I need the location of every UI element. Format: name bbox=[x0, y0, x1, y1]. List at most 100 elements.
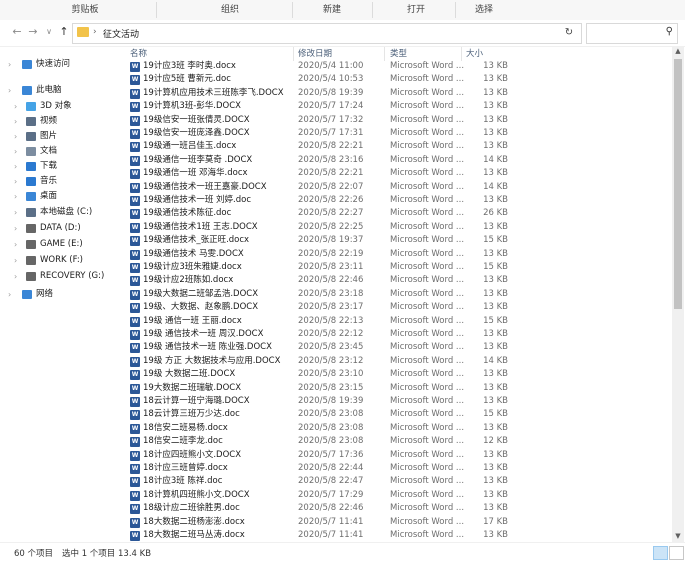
table-row[interactable]: W 19计算机3班-彭华.DOCX 2020/5/7 17:24 Microsoft … bbox=[126, 100, 508, 113]
table-row[interactable]: W 19级大数据二班邹孟浩.DOCX 2020/5/8 23:18 Microsoft… bbox=[126, 288, 508, 301]
nav-item-label: 图片 bbox=[40, 131, 58, 141]
ribbon-open-group[interactable]: 打开 bbox=[386, 0, 446, 20]
recent-chevron-icon[interactable]: ∨ bbox=[42, 25, 56, 39]
expand-chevron-icon[interactable]: › bbox=[8, 83, 11, 98]
forward-arrow-icon[interactable]: → bbox=[26, 25, 40, 39]
file-type: Microsoft Word ... bbox=[390, 369, 465, 380]
word-document-icon: W bbox=[130, 383, 140, 394]
expand-chevron-icon[interactable]: › bbox=[8, 287, 11, 302]
expand-chevron-icon[interactable]: › bbox=[14, 159, 17, 174]
file-size: 14 KB bbox=[483, 154, 508, 165]
file-name: 19级通信技术_张正旺.docx bbox=[143, 235, 250, 246]
table-row[interactable]: W 19级计应2班陈如.docx 2020/5/8 22:46 Microsoft W… bbox=[126, 274, 508, 287]
ribbon-organize-group[interactable]: 组织 bbox=[200, 0, 260, 20]
table-row[interactable]: W 19级通一班吕佳玉.docx 2020/5/8 22:21 Microsoft W… bbox=[126, 140, 508, 153]
expand-chevron-icon[interactable]: › bbox=[14, 253, 17, 268]
table-row[interactable]: W 18云计算三班万少达.doc 2020/5/8 23:08 Microsoft W… bbox=[126, 408, 508, 421]
table-row[interactable]: W 18大数据二班马丛涛.docx 2020/5/7 11:41 Microsoft … bbox=[126, 529, 508, 542]
table-row[interactable]: W 19级通信技术陈征.doc 2020/5/8 22:27 Microsoft Wo… bbox=[126, 207, 508, 220]
file-size: 26 KB bbox=[483, 208, 508, 219]
table-row[interactable]: W 19级信安一班庞泽鑫.DOCX 2020/5/7 17:31 Microsoft … bbox=[126, 127, 508, 140]
expand-chevron-icon[interactable]: › bbox=[14, 129, 17, 144]
scroll-down-icon[interactable]: ▼ bbox=[672, 532, 684, 542]
nav-item-label: 音乐 bbox=[40, 176, 58, 186]
table-row[interactable]: W 18信安二班易杨.docx 2020/5/8 23:08 Microsoft Wo… bbox=[126, 422, 508, 435]
table-row[interactable]: W 18级计应二班徐胜男.doc 2020/5/8 22:46 Microsoft W… bbox=[126, 502, 508, 515]
word-document-icon: W bbox=[130, 236, 140, 247]
table-row[interactable]: W 19级 大数据二班.DOCX 2020/5/8 23:10 Microsoft W… bbox=[126, 368, 508, 381]
search-input[interactable]: ⚲ bbox=[586, 23, 678, 44]
scroll-up-icon[interactable]: ▲ bbox=[672, 47, 684, 57]
file-date: 2020/5/8 23:18 bbox=[298, 288, 364, 299]
file-date: 2020/5/7 11:41 bbox=[298, 530, 364, 540]
expand-chevron-icon[interactable]: › bbox=[14, 114, 17, 129]
table-row[interactable]: W 19级、大数据、赵象鹏.DOCX 2020/5/8 23:17 Microsoft… bbox=[126, 301, 508, 314]
ribbon-select-group[interactable]: 选择 bbox=[454, 0, 514, 20]
download-icon bbox=[26, 162, 36, 171]
column-separator[interactable] bbox=[384, 47, 385, 61]
table-row[interactable]: W 19级 通信技术一班 周汉.DOCX 2020/5/8 22:12 Microso… bbox=[126, 328, 508, 341]
table-row[interactable]: W 18云计算一班宁海璐.DOCX 2020/5/8 19:39 Microsoft … bbox=[126, 395, 508, 408]
breadcrumb-chevron-icon[interactable]: › bbox=[93, 27, 97, 37]
table-row[interactable]: W 19级通信一班李莫奇 .DOCX 2020/5/8 23:16 Microsoft… bbox=[126, 154, 508, 167]
table-row[interactable]: W 19级信安一班张倩灵.DOCX 2020/5/7 17:32 Microsoft … bbox=[126, 114, 508, 127]
column-separator[interactable] bbox=[461, 47, 462, 61]
table-row[interactable]: W 18计应3班 陈祥.doc 2020/5/8 22:47 Microsoft Wo… bbox=[126, 475, 508, 488]
file-type: Microsoft Word ... bbox=[390, 87, 465, 98]
address-input[interactable]: › 征文活动 bbox=[72, 23, 582, 44]
table-row[interactable]: W 19级通信技术 马雯.DOCX 2020/5/8 22:19 Microsoft … bbox=[126, 248, 508, 261]
refresh-icon[interactable]: ↻ bbox=[560, 24, 578, 42]
file-date: 2020/5/8 22:21 bbox=[298, 168, 364, 179]
word-document-icon: W bbox=[130, 330, 140, 340]
table-row[interactable]: W 18计应三班曾婷.docx 2020/5/8 22:44 Microsoft Wo… bbox=[126, 462, 508, 475]
table-row[interactable]: W 19级 通信一班 王丽.docx 2020/5/8 22:13 Microsoft… bbox=[126, 315, 508, 328]
expand-chevron-icon[interactable]: › bbox=[14, 221, 17, 236]
table-row[interactable]: W 19级通信一班 邓海华.docx 2020/5/8 22:21 Microsoft… bbox=[126, 167, 508, 180]
details-view-icon[interactable] bbox=[653, 546, 668, 560]
file-size: 13 KB bbox=[483, 530, 508, 540]
file-name: 19级通信一班李莫奇 .DOCX bbox=[143, 154, 253, 165]
expand-chevron-icon[interactable]: › bbox=[8, 57, 11, 72]
expand-chevron-icon[interactable]: › bbox=[14, 205, 17, 220]
expand-chevron-icon[interactable]: › bbox=[14, 237, 17, 252]
drive-icon bbox=[26, 224, 36, 233]
file-name: 19级 方正 大数据技术与应用.DOCX bbox=[143, 355, 281, 366]
expand-chevron-icon[interactable]: › bbox=[14, 269, 17, 284]
column-separator[interactable] bbox=[293, 47, 294, 61]
breadcrumb-current[interactable]: 征文活动 bbox=[103, 27, 139, 40]
expand-chevron-icon[interactable]: › bbox=[14, 144, 17, 159]
table-row[interactable]: W 19大数据二班瑞敏.DOCX 2020/5/8 23:15 Microsoft W… bbox=[126, 382, 508, 395]
ribbon-new-group[interactable]: 新建 bbox=[302, 0, 362, 20]
up-arrow-icon[interactable]: ↑ bbox=[57, 25, 71, 39]
table-row[interactable]: W 19计应5班 曹新元.doc 2020/5/4 10:53 Microsoft W… bbox=[126, 73, 508, 86]
back-arrow-icon[interactable]: ← bbox=[10, 25, 24, 39]
table-row[interactable]: W 19计算机应用技术三班陈李飞.DOCX 2020/5/8 19:39 Micros… bbox=[126, 87, 508, 100]
file-date: 2020/5/8 23:08 bbox=[298, 409, 364, 420]
vertical-scrollbar[interactable]: ▲ ▼ bbox=[672, 47, 684, 542]
table-row[interactable]: W 18计算机四班熊小文.DOCX 2020/5/7 17:29 Microsoft … bbox=[126, 489, 508, 502]
file-date: 2020/5/8 22:47 bbox=[298, 476, 364, 487]
table-row[interactable]: W 18大数据二班杨澎澎.docx 2020/5/7 11:41 Microsoft … bbox=[126, 516, 508, 529]
table-row[interactable]: W 19级计应3班朱雅婕.docx 2020/5/8 23:11 Microsoft … bbox=[126, 261, 508, 274]
table-row[interactable]: W 19级 通信技术一班 陈业强.DOCX 2020/5/8 23:45 Micros… bbox=[126, 341, 508, 354]
file-size: 14 KB bbox=[483, 355, 508, 366]
expand-chevron-icon[interactable]: › bbox=[14, 99, 17, 114]
table-row[interactable]: W 19级通信技术一班王嘉豪.DOCX 2020/5/8 22:07 Microsof… bbox=[126, 181, 508, 194]
word-document-icon: W bbox=[130, 370, 140, 381]
table-row[interactable]: W 19级通信技术1班 王志.DOCX 2020/5/8 22:25 Microsof… bbox=[126, 221, 508, 234]
table-row[interactable]: W 18计应四班熊小文.DOCX 2020/5/7 17:36 Microsoft W… bbox=[126, 449, 508, 462]
file-size: 13 KB bbox=[483, 195, 508, 205]
table-row[interactable]: W 19级通信技术_张正旺.docx 2020/5/8 19:37 Microsoft… bbox=[126, 234, 508, 247]
scrollbar-thumb[interactable] bbox=[674, 59, 682, 309]
expand-chevron-icon[interactable]: › bbox=[14, 174, 17, 189]
table-row[interactable]: W 19计应3班 李时奥.docx 2020/5/4 11:00 Microsoft … bbox=[126, 60, 508, 73]
table-row[interactable]: W 19级 方正 大数据技术与应用.DOCX 2020/5/8 23:12 Micro… bbox=[126, 355, 508, 368]
expand-chevron-icon[interactable]: › bbox=[14, 189, 17, 204]
large-icons-view-icon[interactable] bbox=[669, 546, 684, 560]
file-type: Microsoft Word ... bbox=[390, 248, 465, 259]
file-size: 13 KB bbox=[483, 288, 508, 299]
ribbon-clipboard-group[interactable]: 剪贴板 bbox=[40, 0, 130, 20]
table-row[interactable]: W 18信安二班李龙.doc 2020/5/8 23:08 Microsoft Wor… bbox=[126, 435, 508, 448]
table-row[interactable]: W 19级通信技术一班 刘婷.doc 2020/5/8 22:26 Microsoft… bbox=[126, 194, 508, 207]
word-document-icon: W bbox=[130, 517, 140, 528]
